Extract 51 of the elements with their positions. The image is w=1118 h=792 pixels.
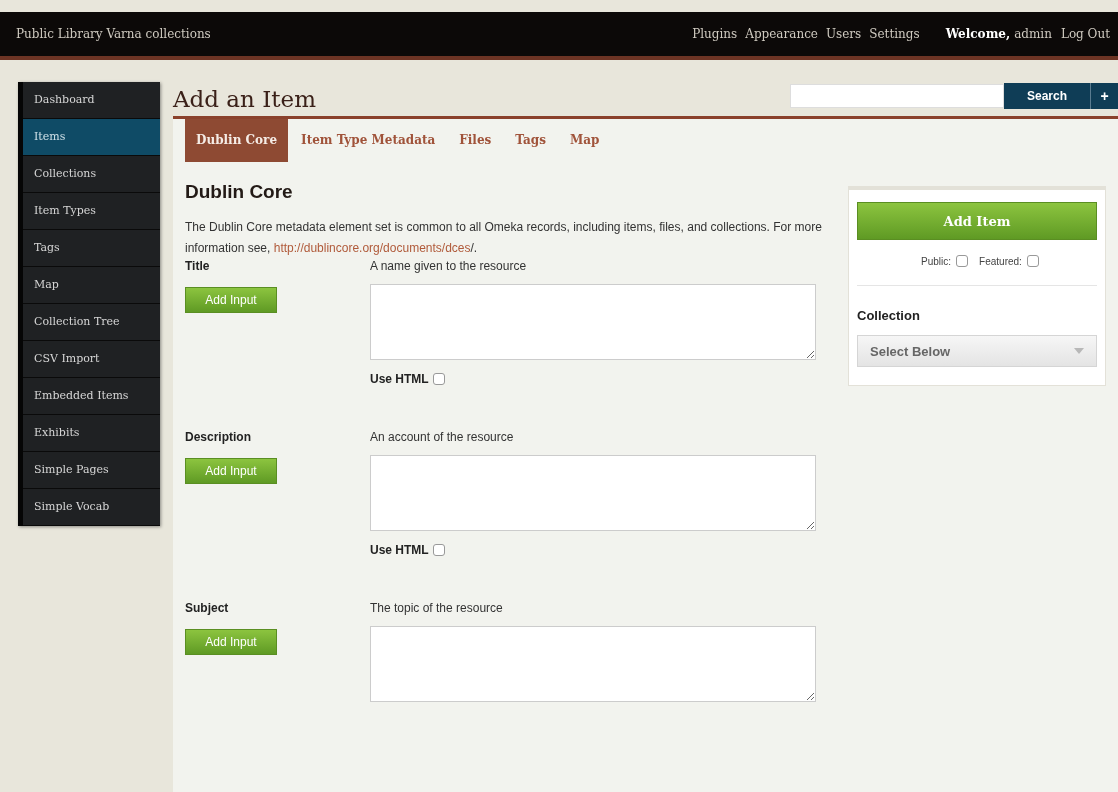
text-area[interactable] bbox=[370, 284, 816, 360]
field-hint: The topic of the resource bbox=[370, 601, 504, 615]
sidebar-item[interactable]: Exhibits bbox=[23, 415, 160, 452]
sidebar-item[interactable]: CSV Import bbox=[23, 341, 160, 378]
link[interactable]: http://dublincore.org/documents/dces bbox=[273, 241, 471, 255]
nav-link[interactable]: Appearance bbox=[745, 27, 818, 41]
checkbox[interactable] bbox=[432, 373, 445, 385]
use-html-label: Use HTML bbox=[370, 543, 429, 557]
welcome-text: Welcome, bbox=[945, 27, 1011, 41]
sidebar-item[interactable]: Items bbox=[23, 119, 160, 156]
sidebar-item[interactable]: Map bbox=[23, 267, 160, 304]
use-html-label: Use HTML bbox=[370, 372, 429, 386]
text-area[interactable] bbox=[370, 455, 816, 531]
sidebar-item[interactable]: Collections bbox=[23, 156, 160, 193]
description-text: The Dublin Core metadata element set is common to all Omeka records, including items, files, and collections. For more information see, http://dublincore.org/documents/dces/. bbox=[185, 219, 823, 257]
add-button[interactable]: + bbox=[1090, 83, 1118, 109]
checkbox[interactable] bbox=[956, 255, 969, 267]
section-heading: Dublin Core bbox=[185, 181, 294, 203]
collection-label: Collection bbox=[857, 308, 921, 323]
field-hint: An account of the resource bbox=[370, 430, 515, 444]
nav-link[interactable]: Plugins bbox=[692, 27, 738, 41]
sidebar-item[interactable]: Simple Vocab bbox=[23, 489, 160, 526]
tab[interactable]: Item Type Metadata bbox=[290, 119, 447, 162]
field-hint: A name given to the resource bbox=[370, 259, 528, 273]
field-label: Title bbox=[185, 259, 211, 273]
search-button[interactable]: Search bbox=[1004, 83, 1090, 109]
featured-label: Featured: bbox=[979, 255, 1022, 267]
tab[interactable]: Dublin Core bbox=[185, 119, 289, 162]
page-title: Add an Item bbox=[173, 86, 316, 112]
collection-select[interactable]: Select Below bbox=[857, 335, 1097, 367]
checkbox[interactable] bbox=[1026, 255, 1039, 267]
nav-link[interactable]: Settings bbox=[869, 27, 920, 41]
logout-link[interactable]: Log Out bbox=[1060, 27, 1110, 41]
nav-link[interactable]: Users bbox=[825, 27, 862, 41]
tab[interactable]: Files bbox=[448, 119, 503, 162]
field-label: Description bbox=[185, 430, 252, 444]
user-link[interactable]: admin bbox=[1014, 27, 1052, 41]
sidebar-item[interactable]: Simple Pages bbox=[23, 452, 160, 489]
sidebar-item[interactable]: Embedded Items bbox=[23, 378, 160, 415]
public-label: Public: bbox=[921, 255, 952, 267]
tab[interactable]: Tags bbox=[504, 119, 557, 162]
sidebar-item[interactable]: Collection Tree bbox=[23, 304, 160, 341]
sidebar-item[interactable]: Tags bbox=[23, 230, 160, 267]
sidebar-item[interactable]: Item Types bbox=[23, 193, 160, 230]
field-label: Subject bbox=[185, 601, 230, 615]
checkbox[interactable] bbox=[432, 544, 445, 556]
tab[interactable]: Map bbox=[559, 119, 611, 162]
site-title[interactable]: Public Library Varna collections bbox=[16, 27, 693, 41]
text-area[interactable] bbox=[370, 626, 816, 702]
caret-icon bbox=[1074, 348, 1084, 354]
search-field[interactable] bbox=[790, 84, 1004, 108]
